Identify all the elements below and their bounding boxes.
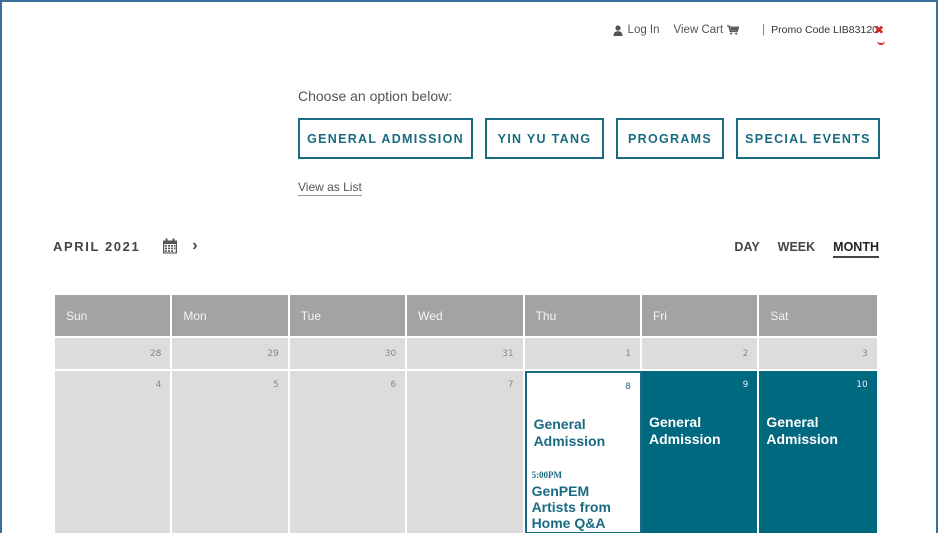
user-icon — [613, 24, 623, 36]
event-time: 5:00PM — [531, 470, 563, 480]
remove-promo-icon[interactable]: ✖ — [874, 23, 884, 37]
day-number: 4 — [155, 380, 162, 390]
view-as-list-link[interactable]: View as List — [298, 180, 362, 196]
day-number: 9 — [742, 380, 749, 390]
calendar-day-cell: 7 — [407, 371, 525, 533]
calendar-day-cell[interactable]: 9 General Admission — [641, 371, 760, 533]
choose-option-label: Choose an option below: — [298, 88, 453, 104]
day-number: 6 — [390, 380, 397, 390]
day-number: 10 — [856, 380, 868, 390]
separator: | — [762, 24, 766, 36]
next-month-arrow-icon[interactable]: › — [192, 237, 197, 255]
general-admission-button[interactable]: GENERAL ADMISSION — [298, 118, 473, 159]
calendar-day-cell: 30 — [289, 338, 408, 369]
event-general-admission-link[interactable]: General Admission — [534, 416, 624, 450]
calendar-day-cell[interactable]: 10 General Admission — [759, 371, 877, 533]
month-calendar: Sun Mon Tue Wed Thu Fri Sat 28 29 30 31 … — [55, 295, 877, 533]
day-number: 7 — [507, 380, 514, 390]
promo-code-label: Promo Code LIB83120 — [771, 24, 878, 36]
weekday-sat: Sat — [759, 295, 877, 336]
weekday-fri: Fri — [641, 295, 760, 336]
login-link[interactable]: Log In — [613, 24, 660, 36]
view-switcher: DAY WEEK MONTH — [716, 240, 879, 258]
calendar-day-cell: 1 — [524, 338, 642, 369]
view-cart-link[interactable]: View Cart — [674, 24, 745, 36]
event-artists-qa-link[interactable]: GenPEM Artists from Home Q&A — [532, 483, 632, 531]
calendar-day-cell: 5 — [172, 371, 290, 533]
calendar-day-cell: 6 — [289, 371, 408, 533]
weekday-mon: Mon — [172, 295, 290, 336]
month-navigation: APRIL 2021 › — [53, 237, 198, 255]
week-view-tab[interactable]: WEEK — [778, 240, 816, 258]
calendar-day-cell: 28 — [55, 338, 173, 369]
yin-yu-tang-button[interactable]: YIN YU TANG — [485, 118, 604, 159]
event-general-admission-link[interactable]: General Admission — [766, 414, 856, 448]
month-label: APRIL 2021 — [53, 238, 141, 254]
option-buttons: GENERAL ADMISSION YIN YU TANG PROGRAMS S… — [298, 118, 880, 159]
calendar-day-cell: 3 — [759, 338, 877, 369]
special-events-button[interactable]: SPECIAL EVENTS — [736, 118, 880, 159]
weekday-tue: Tue — [289, 295, 408, 336]
calendar-day-cell-selected[interactable]: 8 General Admission 5:00PM GenPEM Artist… — [524, 371, 642, 533]
cart-icon — [727, 25, 740, 35]
weekday-wed: Wed — [407, 295, 525, 336]
programs-button[interactable]: PROGRAMS — [616, 118, 724, 159]
calendar-day-cell: 31 — [407, 338, 525, 369]
calendar-day-cell: 2 — [641, 338, 760, 369]
calendar-week-row: 28 29 30 31 1 2 3 — [55, 336, 877, 369]
weekday-sun: Sun — [55, 295, 173, 336]
login-label: Log In — [627, 24, 660, 36]
calendar-day-cell: 4 — [55, 371, 173, 533]
day-number: 5 — [273, 380, 279, 390]
calendar-day-cell: 29 — [172, 338, 290, 369]
month-view-tab[interactable]: MONTH — [833, 240, 879, 258]
calendar-icon[interactable] — [162, 238, 178, 254]
utility-bar: Log In View Cart | Promo Code LIB83120 — [613, 24, 878, 36]
event-general-admission-link[interactable]: General Admission — [649, 414, 739, 448]
calendar-week-row: 4 5 6 7 8 General Admission 5:00PM GenPE… — [55, 369, 877, 533]
weekday-header: Sun Mon Tue Wed Thu Fri Sat — [55, 295, 877, 336]
day-view-tab[interactable]: DAY — [734, 240, 759, 258]
weekday-thu: Thu — [524, 295, 642, 336]
view-cart-label: View Cart — [673, 24, 724, 36]
day-number: 8 — [625, 382, 631, 392]
